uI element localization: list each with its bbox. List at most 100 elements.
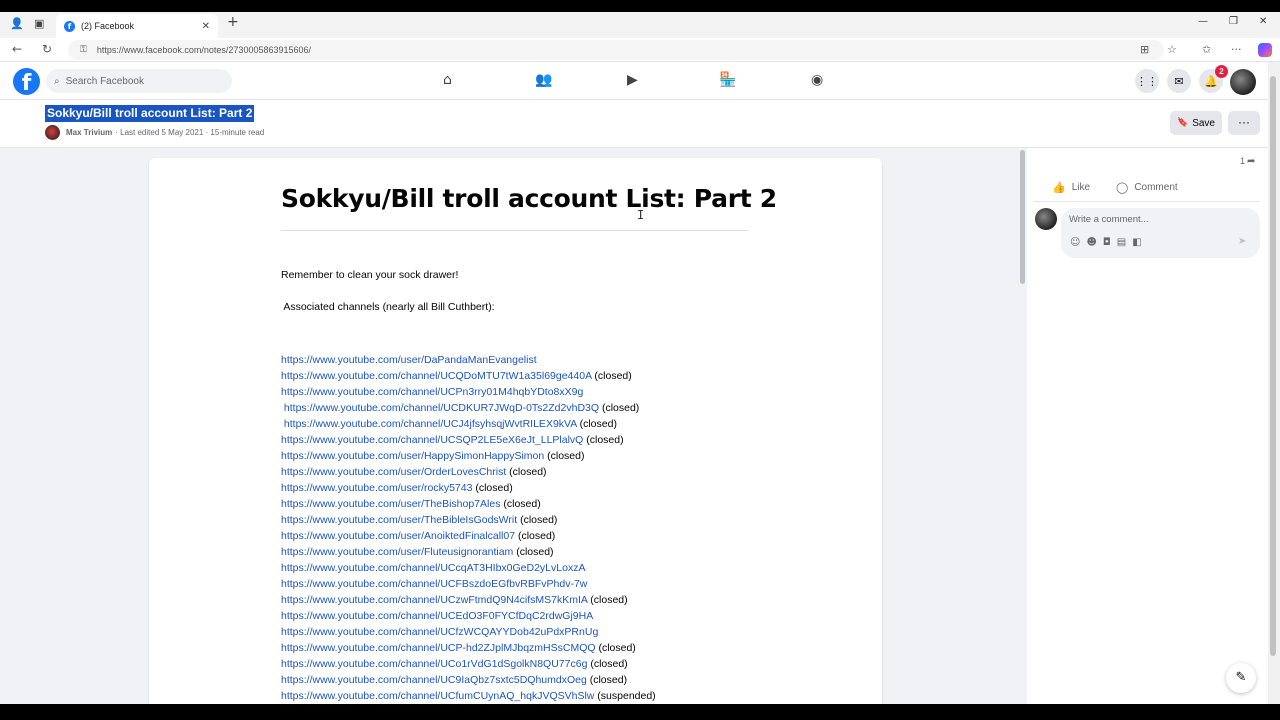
gif-icon[interactable]: ▤ — [1117, 237, 1126, 248]
channel-link-row: https://www.youtube.com/channel/UC9IaQbz… — [281, 672, 656, 688]
channel-link[interactable]: https://www.youtube.com/user/Fluteusigno… — [281, 546, 513, 558]
channel-link-row: https://www.youtube.com/channel/UCcqAT3H… — [281, 560, 656, 576]
commenter-avatar[interactable] — [1035, 208, 1057, 230]
note-header-bar: Sokkyu/Bill troll account List: Part 2 M… — [0, 100, 1268, 148]
note-paragraph-2: Associated channels (nearly all Bill Cut… — [281, 301, 495, 313]
channel-link[interactable]: https://www.youtube.com/channel/UCEdO3F0… — [281, 610, 593, 622]
tab-close-icon[interactable]: ✕ — [202, 21, 210, 32]
channel-link-row: https://www.youtube.com/channel/UCfzWCQA… — [281, 624, 656, 640]
minimize-icon[interactable]: — — [1198, 16, 1208, 27]
channel-link-row: https://www.youtube.com/channel/UCPn3rry… — [281, 384, 656, 400]
copilot-icon[interactable] — [1258, 43, 1272, 57]
channel-link[interactable]: https://www.youtube.com/channel/UCDKUR7J… — [281, 402, 599, 414]
back-icon[interactable]: ← — [12, 42, 22, 56]
account-avatar[interactable] — [1230, 69, 1256, 95]
comment-bubble-icon: ◯ — [1116, 181, 1129, 194]
channel-link[interactable]: https://www.youtube.com/user/OrderLovesC… — [281, 466, 506, 478]
channel-status: (closed) — [506, 466, 547, 478]
sticker-icon[interactable]: ◧ — [1132, 237, 1141, 248]
comment-button[interactable]: ◯ Comment — [1116, 181, 1178, 194]
channel-link[interactable]: https://www.youtube.com/channel/UCP-hd2Z… — [281, 642, 596, 654]
page-scrollbar-thumb[interactable] — [1270, 76, 1276, 656]
channel-link[interactable]: https://www.youtube.com/channel/UCfzWCQA… — [281, 626, 598, 638]
video-icon[interactable]: ▶ — [627, 72, 638, 88]
facebook-favicon-icon: f — [64, 20, 75, 32]
channel-link[interactable]: https://www.youtube.com/channel/UCfumCUy… — [281, 690, 594, 702]
channel-link[interactable]: https://www.youtube.com/user/AnoiktedFin… — [281, 530, 515, 542]
browser-tab-bar: 👤 ▣ f (2) Facebook ✕ + — ❐ ✕ — [0, 12, 1280, 38]
channel-link-row: https://www.youtube.com/user/DaPandaManE… — [281, 352, 656, 368]
comment-input[interactable]: Write a comment... ☺ ☻ ◘ ▤ ◧ ➤ — [1061, 208, 1260, 258]
channel-link[interactable]: https://www.youtube.com/channel/UCQDoMTU… — [281, 370, 592, 382]
channel-link-row: https://www.youtube.com/user/OrderLovesC… — [281, 464, 656, 480]
thumbs-up-icon: 👍 — [1052, 181, 1066, 194]
author-name[interactable]: Max Trivium — [66, 128, 112, 137]
menu-grid-icon[interactable]: ⋮⋮ — [1135, 69, 1159, 93]
search-input[interactable]: ⌕ Search Facebook — [46, 69, 232, 93]
facebook-logo-icon[interactable]: f — [13, 68, 40, 95]
url-field[interactable]: ⚿ https://www.facebook.com/notes/2730005… — [68, 40, 1164, 60]
channel-link[interactable]: https://www.youtube.com/channel/UC9IaQbz… — [281, 674, 587, 686]
avatar-sticker-icon[interactable]: ☺ — [1070, 237, 1080, 248]
home-icon[interactable]: ⌂ — [443, 72, 452, 88]
messenger-icon[interactable]: ✉ — [1167, 69, 1191, 93]
channel-link[interactable]: https://www.youtube.com/channel/UCo1rVdG… — [281, 658, 587, 670]
note-title-selected: Sokkyu/Bill troll account List: Part 2 — [45, 105, 255, 122]
channel-link-row: https://www.youtube.com/channel/UCEdO3F0… — [281, 608, 656, 624]
friends-icon[interactable]: 👥 — [535, 72, 552, 88]
channel-link[interactable]: https://www.youtube.com/channel/UCcqAT3H… — [281, 562, 585, 574]
channel-link[interactable]: https://www.youtube.com/user/TheBibleIsG… — [281, 514, 517, 526]
channel-link-row: https://www.youtube.com/channel/UCJ4jfsy… — [281, 416, 656, 432]
send-icon[interactable]: ➤ — [1238, 236, 1246, 247]
note-content-area: Sokkyu/Bill troll account List: Part 2 R… — [0, 148, 1027, 704]
app-available-icon[interactable]: ⊞ — [1140, 43, 1149, 56]
comment-placeholder: Write a comment... — [1069, 214, 1149, 225]
channel-link-row: https://www.youtube.com/channel/UCFBszdo… — [281, 576, 656, 592]
profile-icon[interactable]: 👤 — [10, 17, 24, 30]
new-message-button[interactable]: ✎ — [1226, 663, 1256, 693]
channel-link[interactable]: https://www.youtube.com/channel/UCPn3rry… — [281, 386, 583, 398]
comment-label: Comment — [1134, 182, 1178, 193]
camera-icon[interactable]: ◘ — [1103, 237, 1111, 248]
channel-link-row: https://www.youtube.com/user/TheBishop7A… — [281, 496, 656, 512]
channel-link[interactable]: https://www.youtube.com/channel/UCFBszdo… — [281, 578, 587, 590]
share-count[interactable]: 1 ➦ — [1240, 156, 1255, 167]
browser-tab-facebook[interactable]: f (2) Facebook ✕ — [56, 14, 218, 38]
channel-link-row: https://www.youtube.com/channel/UCDKUR7J… — [281, 400, 656, 416]
groups-icon[interactable]: ◉ — [811, 72, 823, 88]
channel-link-row: https://www.youtube.com/user/HappySimonH… — [281, 448, 656, 464]
favorites-icon[interactable]: ✩ — [1202, 43, 1211, 56]
facebook-header: f ⌕ Search Facebook ⌂ 👥 ▶ 🏪 ◉ ⋮⋮ ✉ 🔔 — [0, 62, 1268, 100]
channel-link[interactable]: https://www.youtube.com/channel/UCzwFtmd… — [281, 594, 587, 606]
note-paragraph-1: Remember to clean your sock drawer! — [281, 269, 459, 281]
channel-link[interactable]: https://www.youtube.com/user/HappySimonH… — [281, 450, 544, 462]
share-count-number: 1 — [1240, 156, 1246, 166]
more-options-button[interactable]: ··· — [1228, 111, 1260, 135]
like-button[interactable]: 👍 Like — [1052, 181, 1090, 194]
favorite-star-icon[interactable]: ☆ — [1167, 43, 1177, 56]
refresh-icon[interactable]: ↻ — [42, 42, 52, 56]
marketplace-icon[interactable]: 🏪 — [719, 72, 736, 88]
maximize-icon[interactable]: ❐ — [1229, 16, 1238, 27]
new-tab-icon[interactable]: + — [227, 14, 239, 30]
site-info-icon[interactable]: ⚿ — [80, 45, 87, 55]
search-icon: ⌕ — [54, 75, 60, 87]
content-scrollbar-thumb[interactable] — [1020, 150, 1025, 284]
channel-link[interactable]: https://www.youtube.com/channel/UCSQP2LE… — [281, 434, 583, 446]
emoji-icon[interactable]: ☻ — [1086, 237, 1096, 248]
settings-menu-icon[interactable]: ··· — [1231, 43, 1242, 56]
close-window-icon[interactable]: ✕ — [1259, 16, 1267, 27]
note-meta-text: · Last edited 5 May 2021 · 15-minute rea… — [115, 128, 265, 137]
channel-link[interactable]: https://www.youtube.com/user/TheBishop7A… — [281, 498, 500, 510]
note-card: Sokkyu/Bill troll account List: Part 2 R… — [149, 158, 882, 704]
author-avatar[interactable] — [45, 125, 60, 140]
channel-link[interactable]: https://www.youtube.com/user/rocky5743 — [281, 482, 472, 494]
channel-status: (closed) — [587, 658, 628, 670]
channel-status: (suspended) — [594, 690, 656, 702]
note-heading: Sokkyu/Bill troll account List: Part 2 — [281, 184, 777, 213]
channel-status: (closed) — [595, 642, 636, 654]
save-button[interactable]: 🔖 Save — [1170, 111, 1222, 135]
channel-link[interactable]: https://www.youtube.com/user/DaPandaManE… — [281, 354, 537, 366]
channel-link[interactable]: https://www.youtube.com/channel/UCJ4jfsy… — [281, 418, 577, 430]
tab-actions-icon[interactable]: ▣ — [34, 17, 44, 30]
